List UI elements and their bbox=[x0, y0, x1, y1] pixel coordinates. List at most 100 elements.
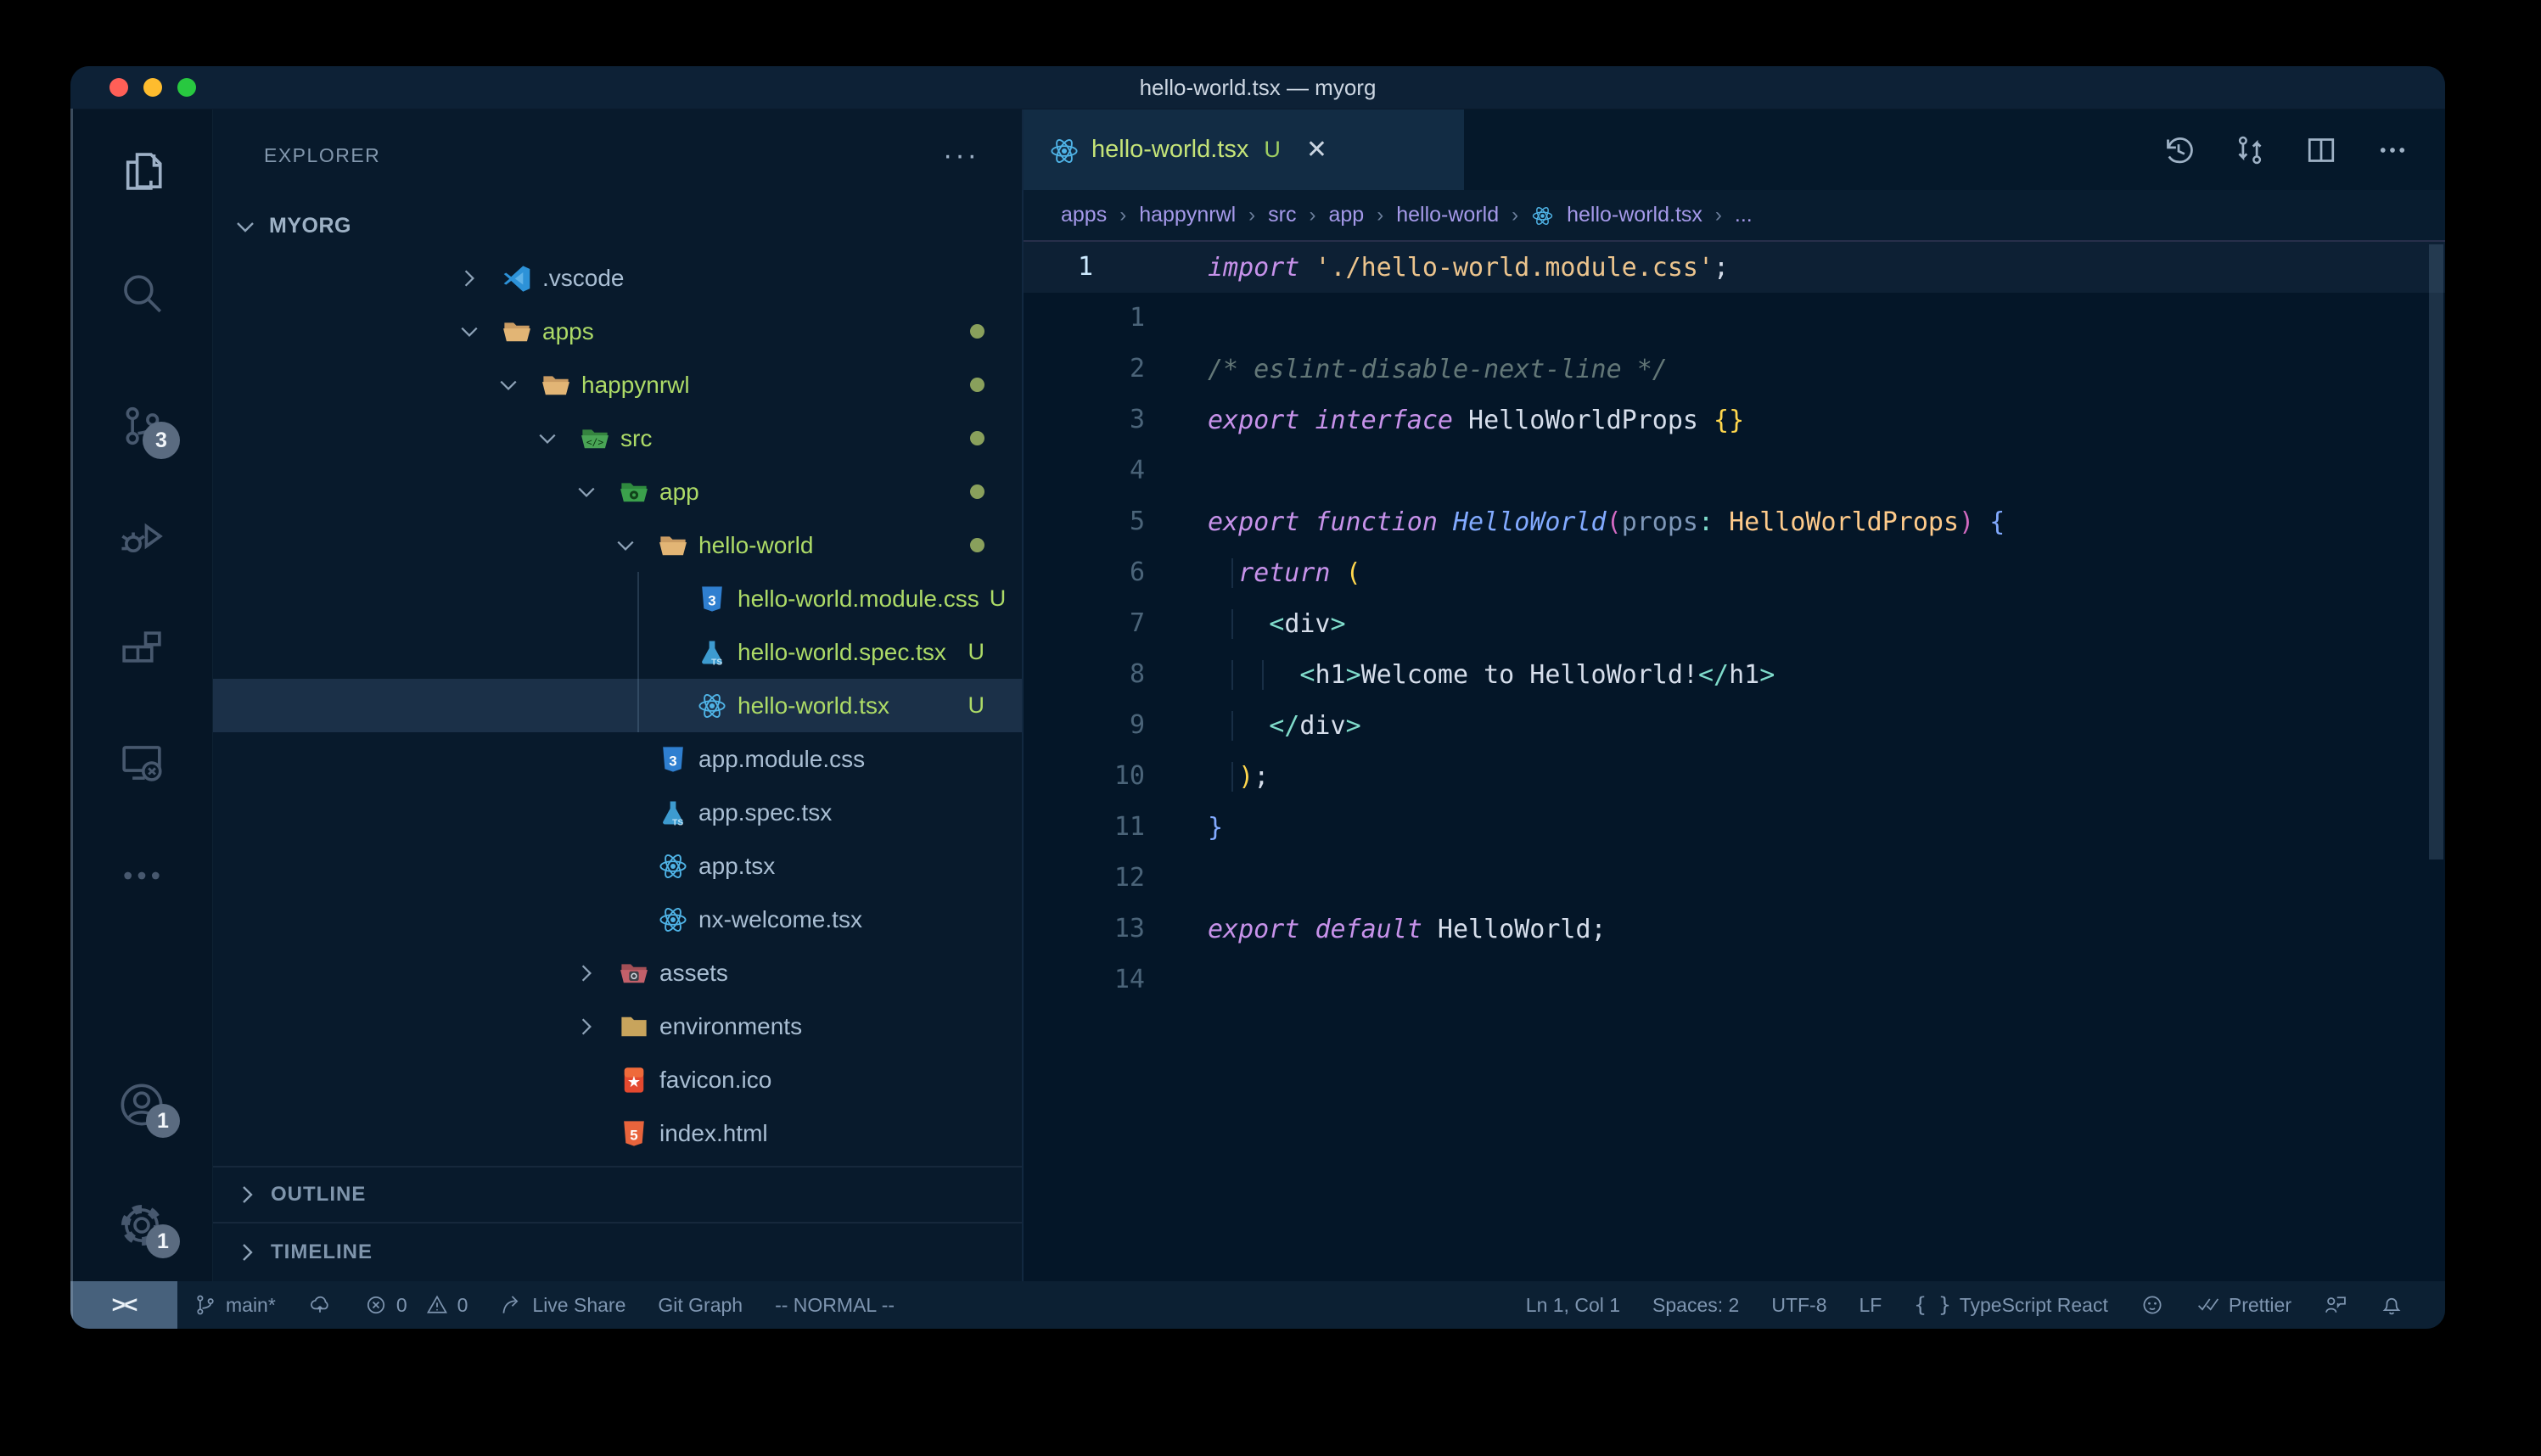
workspace-root-label: MYORG bbox=[269, 214, 351, 238]
gutter: 7 bbox=[1024, 598, 1157, 649]
status-prettier[interactable]: Prettier bbox=[2180, 1281, 2308, 1329]
activity-item-source-control-icon[interactable]: 3 bbox=[117, 401, 166, 451]
status-feedback[interactable] bbox=[2308, 1281, 2364, 1329]
tree-item-index-html[interactable]: 5index.html bbox=[213, 1106, 1022, 1160]
activity-item-run-debug-icon[interactable] bbox=[117, 512, 166, 561]
timeline-panel-header[interactable]: TIMELINE bbox=[213, 1222, 1022, 1281]
tree-item-src[interactable]: </> src bbox=[213, 412, 1022, 465]
activity-item-search-icon[interactable] bbox=[117, 270, 166, 319]
status-indentation[interactable]: Spaces: 2 bbox=[1636, 1281, 1755, 1329]
tree-item-apps[interactable]: apps bbox=[213, 305, 1022, 358]
line-number: 12 bbox=[1114, 853, 1145, 904]
tree-item-app[interactable]: app bbox=[213, 465, 1022, 518]
activity-item-settings-icon[interactable]: 1 bbox=[117, 1201, 166, 1250]
activity-item-more-icon[interactable] bbox=[117, 851, 166, 900]
tab-close-icon[interactable]: ✕ bbox=[1306, 135, 1327, 165]
chevron-down-icon[interactable] bbox=[614, 533, 648, 558]
gutter: 3 bbox=[1024, 395, 1157, 445]
tree-item-app-spec-tsx[interactable]: TS app.spec.tsx bbox=[213, 786, 1022, 839]
gutter: 14 bbox=[1024, 955, 1157, 1005]
tab-bar: hello-world.tsx U ✕ bbox=[1024, 109, 2445, 190]
breadcrumb-item-app[interactable]: app bbox=[1329, 203, 1365, 227]
git-untracked-badge: U bbox=[968, 692, 985, 719]
activity-item-accounts-icon[interactable]: 1 bbox=[117, 1080, 166, 1129]
sidebar-more-actions-icon[interactable]: ··· bbox=[943, 147, 979, 164]
gutter: 8 bbox=[1024, 649, 1157, 700]
folder-app-icon bbox=[619, 477, 649, 507]
row-decoration: U bbox=[968, 692, 985, 719]
chevron-right-icon[interactable] bbox=[575, 960, 609, 986]
chevron-spacer bbox=[575, 1067, 609, 1093]
chevron-right-icon[interactable] bbox=[575, 1014, 609, 1039]
status-encoding[interactable]: UTF-8 bbox=[1755, 1281, 1843, 1329]
status-git-graph[interactable]: Git Graph bbox=[642, 1281, 759, 1329]
chevron-down-icon[interactable] bbox=[536, 426, 569, 451]
chevron-right-icon[interactable] bbox=[457, 266, 491, 291]
status-vim-mode[interactable]: -- NORMAL -- bbox=[759, 1281, 911, 1329]
tree-item-app-module-css[interactable]: 3app.module.css bbox=[213, 732, 1022, 786]
status-github[interactable] bbox=[2124, 1281, 2180, 1329]
svg-text:</>: </> bbox=[586, 436, 604, 447]
test-icon: TS bbox=[658, 798, 688, 828]
git-modified-dot bbox=[970, 484, 984, 499]
tree-item-hello-world-tsx[interactable]: hello-world.tsxU bbox=[213, 679, 1022, 732]
activity-item-remote-explorer-icon[interactable] bbox=[117, 738, 166, 787]
timeline-panel-label: TIMELINE bbox=[271, 1240, 373, 1264]
status-eol[interactable]: LF bbox=[1843, 1281, 1899, 1329]
tree-item-happynrwl[interactable]: happynrwl bbox=[213, 358, 1022, 412]
tree-item-hello-world-module-css[interactable]: 3hello-world.module.cssU bbox=[213, 572, 1022, 625]
status-live-share[interactable]: Live Share bbox=[484, 1281, 642, 1329]
breadcrumb-item-happynrwl[interactable]: happynrwl bbox=[1139, 203, 1236, 227]
status-errors[interactable]: 0 bbox=[348, 1281, 424, 1329]
workspace-root-row[interactable]: MYORG bbox=[213, 201, 1022, 251]
status-git-branch[interactable]: main* bbox=[177, 1281, 292, 1329]
tree-item-assets[interactable]: assets bbox=[213, 946, 1022, 1000]
line-number: 1 bbox=[1130, 293, 1145, 344]
indent-guide bbox=[1231, 609, 1233, 639]
breadcrumb-item-hello-world[interactable]: hello-world bbox=[1396, 203, 1499, 227]
chevron-down-icon[interactable] bbox=[575, 479, 609, 505]
code-editor[interactable]: 1import './hello-world.module.css';12/* … bbox=[1024, 242, 2445, 1281]
code-line: 13export default HelloWorld; bbox=[1024, 904, 2445, 955]
tree-item-hello-world[interactable]: hello-world bbox=[213, 518, 1022, 572]
tree-item-label: app.spec.tsx bbox=[698, 799, 832, 826]
screenshot: hello-world.tsx — myorg 311 EXPLORER ···… bbox=[0, 0, 2541, 1456]
code-line: 3export interface HelloWorldProps {} bbox=[1024, 395, 2445, 445]
split-editor-icon[interactable] bbox=[2304, 133, 2338, 167]
tree-item-app-tsx[interactable]: app.tsx bbox=[213, 839, 1022, 893]
code-text: import './hello-world.module.css'; bbox=[1157, 253, 1729, 283]
breadcrumb-separator: › bbox=[1248, 204, 1255, 227]
tree-item-nx-welcome-tsx[interactable]: nx-welcome.tsx bbox=[213, 893, 1022, 946]
breadcrumb-item-apps[interactable]: apps bbox=[1061, 203, 1107, 227]
indent-guide bbox=[1231, 762, 1233, 792]
status-cursor-position[interactable]: Ln 1, Col 1 bbox=[1510, 1281, 1636, 1329]
status-label: Ln 1, Col 1 bbox=[1526, 1294, 1620, 1317]
tree-item-label: src bbox=[620, 425, 652, 452]
chevron-down-icon[interactable] bbox=[457, 319, 491, 344]
css-icon: 3 bbox=[658, 744, 688, 775]
status-language-mode[interactable]: { }TypeScript React bbox=[1898, 1281, 2124, 1329]
git-compare-icon[interactable] bbox=[2233, 133, 2267, 167]
tree-item-environments[interactable]: environments bbox=[213, 1000, 1022, 1053]
tree-item--vscode[interactable]: .vscode bbox=[213, 251, 1022, 305]
breadcrumb-item-hello-world-tsx[interactable]: hello-world.tsx bbox=[1567, 203, 1702, 227]
more-actions-icon[interactable] bbox=[2376, 133, 2409, 167]
tab-hello-world-tsx[interactable]: hello-world.tsx U ✕ bbox=[1024, 109, 1464, 190]
status-remote-indicator[interactable]: >< bbox=[70, 1281, 177, 1329]
favicon-icon: ★ bbox=[619, 1065, 649, 1095]
outline-panel-header[interactable]: OUTLINE bbox=[213, 1166, 1022, 1222]
chevron-down-icon[interactable] bbox=[496, 372, 530, 398]
activity-item-extensions-icon[interactable] bbox=[117, 626, 166, 675]
breadcrumb-item-src[interactable]: src bbox=[1268, 203, 1296, 227]
status-notifications[interactable] bbox=[2364, 1281, 2420, 1329]
editor-scrollbar[interactable] bbox=[2429, 244, 2443, 860]
status-warnings[interactable]: 0 bbox=[424, 1281, 485, 1329]
tree-item-hello-world-spec-tsx[interactable]: TShello-world.spec.tsxU bbox=[213, 625, 1022, 679]
indent-guide bbox=[1231, 711, 1233, 741]
breadcrumb-item--[interactable]: ... bbox=[1735, 203, 1753, 227]
tree-item-favicon-ico[interactable]: ★favicon.ico bbox=[213, 1053, 1022, 1106]
status-sync-publish[interactable] bbox=[292, 1281, 348, 1329]
folder-open-icon bbox=[502, 316, 532, 347]
activity-item-explorer-icon[interactable] bbox=[117, 147, 166, 196]
history-icon[interactable] bbox=[2162, 133, 2196, 167]
